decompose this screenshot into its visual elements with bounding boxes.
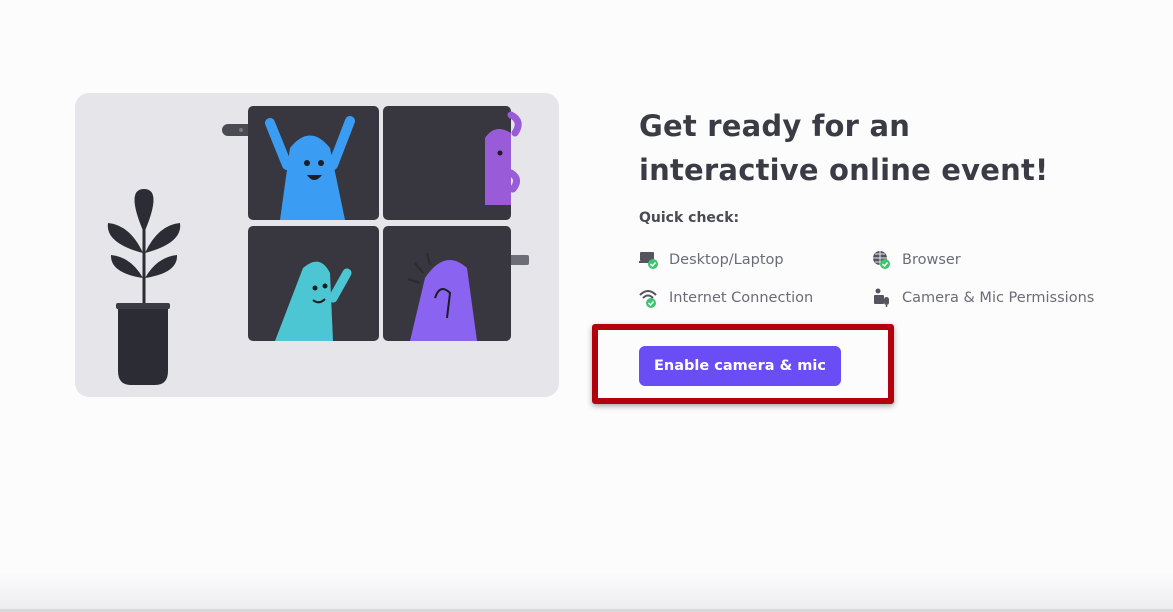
event-prep-panel: Get ready for an interactive online even… — [639, 104, 1139, 308]
camera-mic-icon — [872, 287, 892, 309]
check-internet: Internet Connection — [639, 287, 813, 309]
check-camera-mic-label: Camera & Mic Permissions — [902, 290, 1095, 306]
check-desktop-label: Desktop/Laptop — [669, 252, 784, 268]
quick-check-title: Quick check: — [639, 210, 740, 226]
check-camera-mic: Camera & Mic Permissions — [872, 287, 1094, 309]
check-browser-label: Browser — [902, 252, 961, 268]
laptop-check-icon — [639, 249, 659, 271]
globe-check-icon — [872, 249, 892, 271]
check-desktop: Desktop/Laptop — [639, 249, 784, 271]
plant-icon — [107, 189, 181, 385]
page-title: Get ready for an interactive online even… — [639, 109, 1049, 187]
bottom-shade — [0, 572, 1173, 612]
video-call-illustration — [75, 93, 559, 397]
check-browser: Browser — [872, 249, 961, 271]
enable-camera-mic-button[interactable]: Enable camera & mic — [639, 346, 841, 386]
wifi-check-icon — [639, 287, 659, 309]
page: Get ready for an interactive online even… — [0, 0, 1173, 612]
check-internet-label: Internet Connection — [669, 290, 814, 306]
